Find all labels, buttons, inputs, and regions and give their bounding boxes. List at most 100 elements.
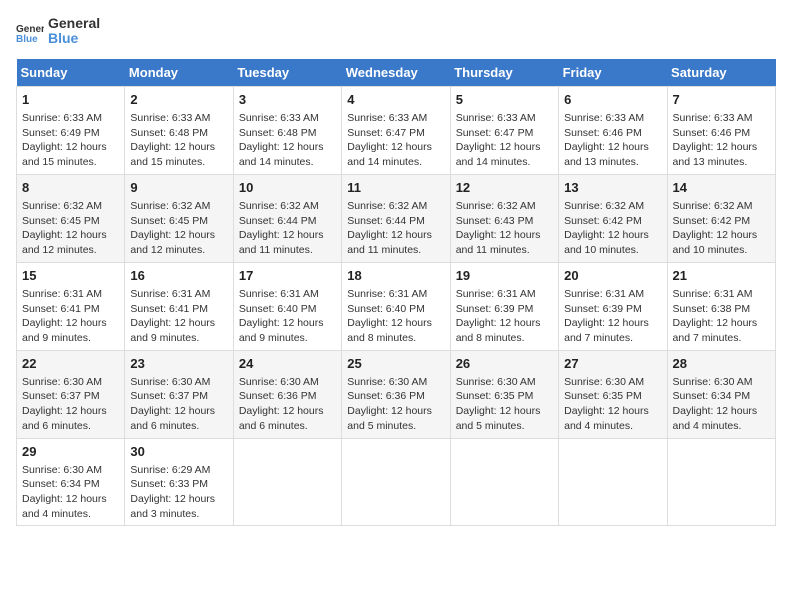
- calendar-cell: 18Sunrise: 6:31 AMSunset: 6:40 PMDayligh…: [342, 262, 450, 350]
- daylight: Daylight: 12 hours and 8 minutes.: [347, 317, 432, 344]
- sunrise: Sunrise: 6:31 AM: [456, 288, 536, 300]
- logo: General Blue General Blue: [16, 16, 100, 47]
- sunrise: Sunrise: 6:30 AM: [130, 376, 210, 388]
- day-number: 1: [22, 91, 119, 109]
- daylight: Daylight: 12 hours and 15 minutes.: [130, 141, 215, 168]
- day-header-monday: Monday: [125, 59, 233, 87]
- daylight: Daylight: 12 hours and 3 minutes.: [130, 493, 215, 520]
- sunrise: Sunrise: 6:33 AM: [564, 112, 644, 124]
- sunrise: Sunrise: 6:33 AM: [239, 112, 319, 124]
- daylight: Daylight: 12 hours and 9 minutes.: [22, 317, 107, 344]
- calendar-cell: 16Sunrise: 6:31 AMSunset: 6:41 PMDayligh…: [125, 262, 233, 350]
- daylight: Daylight: 12 hours and 9 minutes.: [130, 317, 215, 344]
- daylight: Daylight: 12 hours and 14 minutes.: [347, 141, 432, 168]
- sunset: Sunset: 6:45 PM: [22, 215, 100, 227]
- sunrise: Sunrise: 6:30 AM: [22, 464, 102, 476]
- sunset: Sunset: 6:44 PM: [347, 215, 425, 227]
- daylight: Daylight: 12 hours and 11 minutes.: [456, 229, 541, 256]
- day-number: 24: [239, 355, 336, 373]
- sunset: Sunset: 6:38 PM: [673, 303, 751, 315]
- day-number: 28: [673, 355, 770, 373]
- calendar-cell: [233, 438, 341, 526]
- logo-general-text: General: [48, 16, 100, 31]
- sunrise: Sunrise: 6:32 AM: [130, 200, 210, 212]
- calendar-table: SundayMondayTuesdayWednesdayThursdayFrid…: [16, 59, 776, 527]
- sunrise: Sunrise: 6:30 AM: [673, 376, 753, 388]
- sunset: Sunset: 6:41 PM: [22, 303, 100, 315]
- sunrise: Sunrise: 6:31 AM: [22, 288, 102, 300]
- sunrise: Sunrise: 6:32 AM: [456, 200, 536, 212]
- sunrise: Sunrise: 6:31 AM: [564, 288, 644, 300]
- calendar-cell: 2 Sunrise: 6:33 AM Sunset: 6:48 PM Daylight…: [125, 86, 233, 174]
- sunset: Sunset: 6:35 PM: [564, 390, 642, 402]
- day-number: 5: [456, 91, 553, 109]
- daylight: Daylight: 12 hours and 10 minutes.: [564, 229, 649, 256]
- day-number: 11: [347, 179, 444, 197]
- sunset: Sunset: 6:34 PM: [673, 390, 751, 402]
- sunset: Sunset: 6:37 PM: [22, 390, 100, 402]
- daylight: Daylight: 12 hours and 10 minutes.: [673, 229, 758, 256]
- calendar-cell: 27Sunrise: 6:30 AMSunset: 6:35 PMDayligh…: [559, 350, 667, 438]
- day-number: 7: [673, 91, 770, 109]
- day-header-thursday: Thursday: [450, 59, 558, 87]
- day-number: 26: [456, 355, 553, 373]
- day-number: 17: [239, 267, 336, 285]
- daylight: Daylight: 12 hours and 8 minutes.: [456, 317, 541, 344]
- day-number: 19: [456, 267, 553, 285]
- sunset: Sunset: 6:47 PM: [456, 127, 534, 139]
- day-header-wednesday: Wednesday: [342, 59, 450, 87]
- sunrise: Sunrise: 6:31 AM: [130, 288, 210, 300]
- sunset: Sunset: 6:36 PM: [347, 390, 425, 402]
- day-header-friday: Friday: [559, 59, 667, 87]
- daylight: Daylight: 12 hours and 6 minutes.: [22, 405, 107, 432]
- day-number: 25: [347, 355, 444, 373]
- sunset: Sunset: 6:46 PM: [564, 127, 642, 139]
- day-number: 8: [22, 179, 119, 197]
- sunset: Sunset: 6:39 PM: [456, 303, 534, 315]
- calendar-cell: 3Sunrise: 6:33 AMSunset: 6:48 PMDaylight…: [233, 86, 341, 174]
- sunset: Sunset: 6:40 PM: [347, 303, 425, 315]
- day-number: 14: [673, 179, 770, 197]
- sunrise: Sunrise: 6:30 AM: [564, 376, 644, 388]
- sunset: Sunset: 6:36 PM: [239, 390, 317, 402]
- sunset: Sunset: 6:47 PM: [347, 127, 425, 139]
- daylight: Daylight: 12 hours and 6 minutes.: [239, 405, 324, 432]
- sunrise: Sunrise: 6:29 AM: [130, 464, 210, 476]
- daylight: Daylight: 12 hours and 13 minutes.: [564, 141, 649, 168]
- sunset: Sunset: 6:48 PM: [130, 127, 208, 139]
- sunset: Sunset: 6:42 PM: [564, 215, 642, 227]
- calendar-cell: 30Sunrise: 6:29 AMSunset: 6:33 PMDayligh…: [125, 438, 233, 526]
- daylight: Daylight: 12 hours and 4 minutes.: [673, 405, 758, 432]
- sunrise: Sunrise: 6:33 AM: [22, 112, 102, 124]
- sunset: Sunset: 6:46 PM: [673, 127, 751, 139]
- sunrise: Sunrise: 6:32 AM: [347, 200, 427, 212]
- daylight: Daylight: 12 hours and 4 minutes.: [22, 493, 107, 520]
- daylight: Daylight: 12 hours and 14 minutes.: [239, 141, 324, 168]
- calendar-cell: [559, 438, 667, 526]
- daylight: Daylight: 12 hours and 15 minutes.: [22, 141, 107, 168]
- calendar-cell: 14Sunrise: 6:32 AMSunset: 6:42 PMDayligh…: [667, 174, 775, 262]
- calendar-cell: 13Sunrise: 6:32 AMSunset: 6:42 PMDayligh…: [559, 174, 667, 262]
- sunrise: Sunrise: 6:33 AM: [130, 112, 210, 124]
- calendar-cell: 11Sunrise: 6:32 AMSunset: 6:44 PMDayligh…: [342, 174, 450, 262]
- sunset: Sunset: 6:42 PM: [673, 215, 751, 227]
- sunrise: Sunrise: 6:30 AM: [239, 376, 319, 388]
- calendar-cell: 19 Sunrise: 6:31 AM Sunset: 6:39 PM Dayligh…: [450, 262, 558, 350]
- calendar-cell: 15Sunrise: 6:31 AMSunset: 6:41 PMDayligh…: [17, 262, 125, 350]
- day-number: 2: [130, 91, 227, 109]
- sunrise: Sunrise: 6:32 AM: [564, 200, 644, 212]
- sunset: Sunset: 6:39 PM: [564, 303, 642, 315]
- calendar-cell: 6Sunrise: 6:33 AMSunset: 6:46 PMDaylight…: [559, 86, 667, 174]
- sunset: Sunset: 6:43 PM: [456, 215, 534, 227]
- daylight: Daylight: 12 hours and 12 minutes.: [130, 229, 215, 256]
- sunset: Sunset: 6:45 PM: [130, 215, 208, 227]
- day-number: 9: [130, 179, 227, 197]
- day-header-saturday: Saturday: [667, 59, 775, 87]
- calendar-cell: 17Sunrise: 6:31 AMSunset: 6:40 PMDayligh…: [233, 262, 341, 350]
- day-number: 22: [22, 355, 119, 373]
- daylight: Daylight: 12 hours and 14 minutes.: [456, 141, 541, 168]
- calendar-cell: 9 Sunrise: 6:32 AM Sunset: 6:45 PM Daylight…: [125, 174, 233, 262]
- daylight: Daylight: 12 hours and 5 minutes.: [347, 405, 432, 432]
- sunrise: Sunrise: 6:30 AM: [456, 376, 536, 388]
- daylight: Daylight: 12 hours and 5 minutes.: [456, 405, 541, 432]
